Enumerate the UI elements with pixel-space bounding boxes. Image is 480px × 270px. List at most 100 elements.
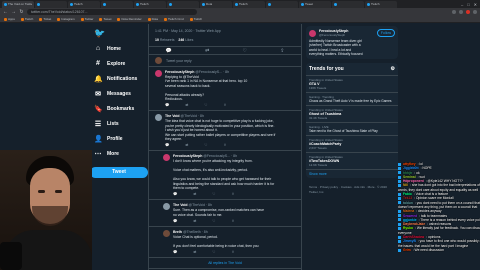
- like-icon[interactable]: ♡: [204, 103, 207, 107]
- address-bar[interactable]: twitter.com/TheVoid/status/126107...: [27, 9, 197, 15]
- browser-tab[interactable]: Tweet: [299, 0, 331, 8]
- tweet-button[interactable]: Tweet: [90, 167, 148, 178]
- sidebar-item-profile[interactable]: 👤 Profile: [94, 131, 146, 146]
- maximize-icon[interactable]: □: [467, 2, 469, 7]
- reply-icon[interactable]: 💬: [173, 219, 177, 223]
- sidebar-item-more[interactable]: ⋯ More: [94, 146, 146, 161]
- like-icon[interactable]: ♡: [242, 48, 246, 54]
- trend-item[interactable]: Gaming · Trending Chaos as Grand Theft Au…: [306, 92, 398, 105]
- sidebar-item-lists[interactable]: ☰ Lists: [94, 116, 146, 131]
- trend-item[interactable]: Trending in United States Ghost of Tsushi…: [306, 105, 398, 122]
- bookmark-item[interactable]: Twitch: [20, 17, 33, 21]
- sidebar-item-bookmarks[interactable]: 🔖 Bookmarks: [94, 101, 146, 116]
- bookmark-item[interactable]: Dota: [147, 17, 158, 21]
- profile-icon[interactable]: [473, 10, 477, 14]
- extension-icon[interactable]: [466, 10, 470, 14]
- sidebar-item-explore[interactable]: # Explore: [94, 56, 146, 71]
- like-icon[interactable]: ♡: [204, 143, 207, 147]
- show-replies-link[interactable]: All replies in The Void: [149, 258, 301, 270]
- like-count[interactable]: 246: [178, 38, 184, 42]
- avatar[interactable]: [163, 230, 170, 238]
- browser-tab[interactable]: [35, 0, 67, 8]
- browser-tab[interactable]: Twitch: [134, 0, 166, 8]
- bookmark-item[interactable]: Instagram: [57, 17, 75, 21]
- share-icon[interactable]: ⇪: [231, 250, 234, 254]
- forward-icon[interactable]: →: [11, 9, 16, 15]
- sidebar-item-messages[interactable]: ✉ Messages: [94, 86, 146, 101]
- author-name[interactable]: FerociouslySteph: [173, 154, 202, 158]
- follow-button[interactable]: Follow: [376, 29, 395, 37]
- share-icon[interactable]: ⇪: [231, 219, 234, 223]
- avatar[interactable]: [309, 29, 316, 37]
- avatar[interactable]: [155, 70, 162, 77]
- retweet-icon[interactable]: ⇄: [185, 143, 188, 147]
- reply-tweet[interactable]: The Void @TheVoid · 8h The idea that voic…: [149, 111, 301, 152]
- chat-username[interactable]: Tek13: [402, 196, 413, 200]
- retweet-icon[interactable]: ⇄: [193, 250, 196, 254]
- browser-tab[interactable]: [167, 0, 199, 8]
- reply-tweet[interactable]: The Void @TheVoid · 8h Sure. Then as a co…: [149, 200, 301, 228]
- bookmark-item[interactable]: Twitch: [189, 17, 202, 21]
- browser-tab[interactable]: The Void on Twitter: "If a profe...: [2, 0, 34, 8]
- author-name[interactable]: The Void: [173, 203, 188, 207]
- share-icon[interactable]: ⇪: [231, 192, 234, 196]
- sidebar-item-home[interactable]: ⌂ Home: [94, 41, 146, 56]
- trend-item[interactable]: Trending in United States #CoachMatchPart…: [306, 135, 398, 152]
- reload-icon[interactable]: ↻: [19, 9, 24, 15]
- reply-tweet[interactable]: FerociouslySteph @FerociouslyS... · 8h I …: [149, 151, 301, 201]
- trend-item[interactable]: Gaming · LIVE Take next to the Ghost of T…: [306, 122, 398, 135]
- like-icon[interactable]: ♡: [212, 192, 215, 196]
- avatar[interactable]: [163, 154, 170, 162]
- retweet-icon[interactable]: ⇄: [193, 219, 196, 223]
- retweet-icon[interactable]: ⇄: [205, 48, 209, 54]
- browser-tab[interactable]: Twitch: [68, 0, 100, 8]
- share-icon[interactable]: ⇪: [223, 143, 226, 147]
- reply-tweet[interactable]: Brelh @TheBrelh · 8h Voice Chat is option…: [149, 227, 301, 259]
- bookmark-item[interactable]: Tweet: [99, 17, 111, 21]
- avatar[interactable]: [163, 203, 170, 211]
- author-name[interactable]: Brelh: [173, 230, 182, 234]
- reply-icon[interactable]: 💬: [173, 250, 177, 254]
- extension-icon[interactable]: [459, 10, 463, 14]
- settings-icon[interactable]: ⚙: [391, 66, 395, 72]
- chat-username[interactable]: Seaweed: [402, 214, 418, 218]
- retweet-count[interactable]: 10: [155, 38, 159, 42]
- show-more-link[interactable]: Show more: [306, 169, 398, 178]
- reply-icon[interactable]: 💬: [173, 192, 177, 196]
- browser-tab[interactable]: [332, 0, 364, 8]
- trend-item[interactable]: Trending in United States #TwoTakesDOWN 12…: [306, 152, 398, 169]
- back-icon[interactable]: ←: [3, 9, 8, 15]
- browser-tab[interactable]: Twitch: [365, 0, 397, 8]
- twitter-bird-icon[interactable]: 🐦: [94, 28, 146, 41]
- chat-username[interactable]: Grim: [402, 248, 412, 252]
- bookmark-item[interactable]: Dota Reminder: [117, 17, 142, 21]
- reply-input[interactable]: Tweet your reply: [166, 59, 192, 63]
- sidebar-item-notifications[interactable]: 🔔 Notifications: [94, 71, 146, 86]
- browser-tab[interactable]: Twitch: [233, 0, 265, 8]
- avatar[interactable]: [155, 114, 162, 122]
- bookmark-item[interactable]: Apps: [4, 17, 15, 21]
- close-icon[interactable]: ✕: [474, 2, 477, 7]
- like-icon[interactable]: ♡: [212, 250, 215, 254]
- minimize-icon[interactable]: –: [461, 2, 463, 7]
- share-icon[interactable]: ⇪: [223, 103, 226, 107]
- browser-tab[interactable]: [266, 0, 298, 8]
- extension-icon[interactable]: [452, 10, 456, 14]
- retweet-icon[interactable]: ⇄: [185, 103, 188, 107]
- retweet-icon[interactable]: ⇄: [193, 192, 196, 196]
- chat-username[interactable]: Malena: [402, 209, 415, 213]
- bookmark-item[interactable]: Twitch Cmd: [163, 17, 184, 21]
- reply-icon[interactable]: 💬: [165, 103, 169, 107]
- bookmark-item[interactable]: Twitter: [80, 17, 93, 21]
- chat-username[interactable]: hhhjtr: [402, 171, 413, 175]
- like-icon[interactable]: ♡: [212, 219, 215, 223]
- author-name[interactable]: FerociouslySteph: [165, 70, 194, 74]
- author-name[interactable]: The Void: [165, 114, 180, 118]
- reply-tweet[interactable]: FerociouslySteph @FerociouslyS... · 8h Re…: [149, 67, 301, 112]
- reply-icon[interactable]: 💬: [165, 143, 169, 147]
- share-icon[interactable]: ⇪: [280, 48, 284, 54]
- browser-tab[interactable]: Dota: [200, 0, 232, 8]
- bookmark-item[interactable]: Ticket: [39, 17, 51, 21]
- reply-composer[interactable]: Tweet your reply: [149, 55, 301, 67]
- trend-item[interactable]: Trending in United States GTA V 136K Tweet…: [306, 75, 398, 92]
